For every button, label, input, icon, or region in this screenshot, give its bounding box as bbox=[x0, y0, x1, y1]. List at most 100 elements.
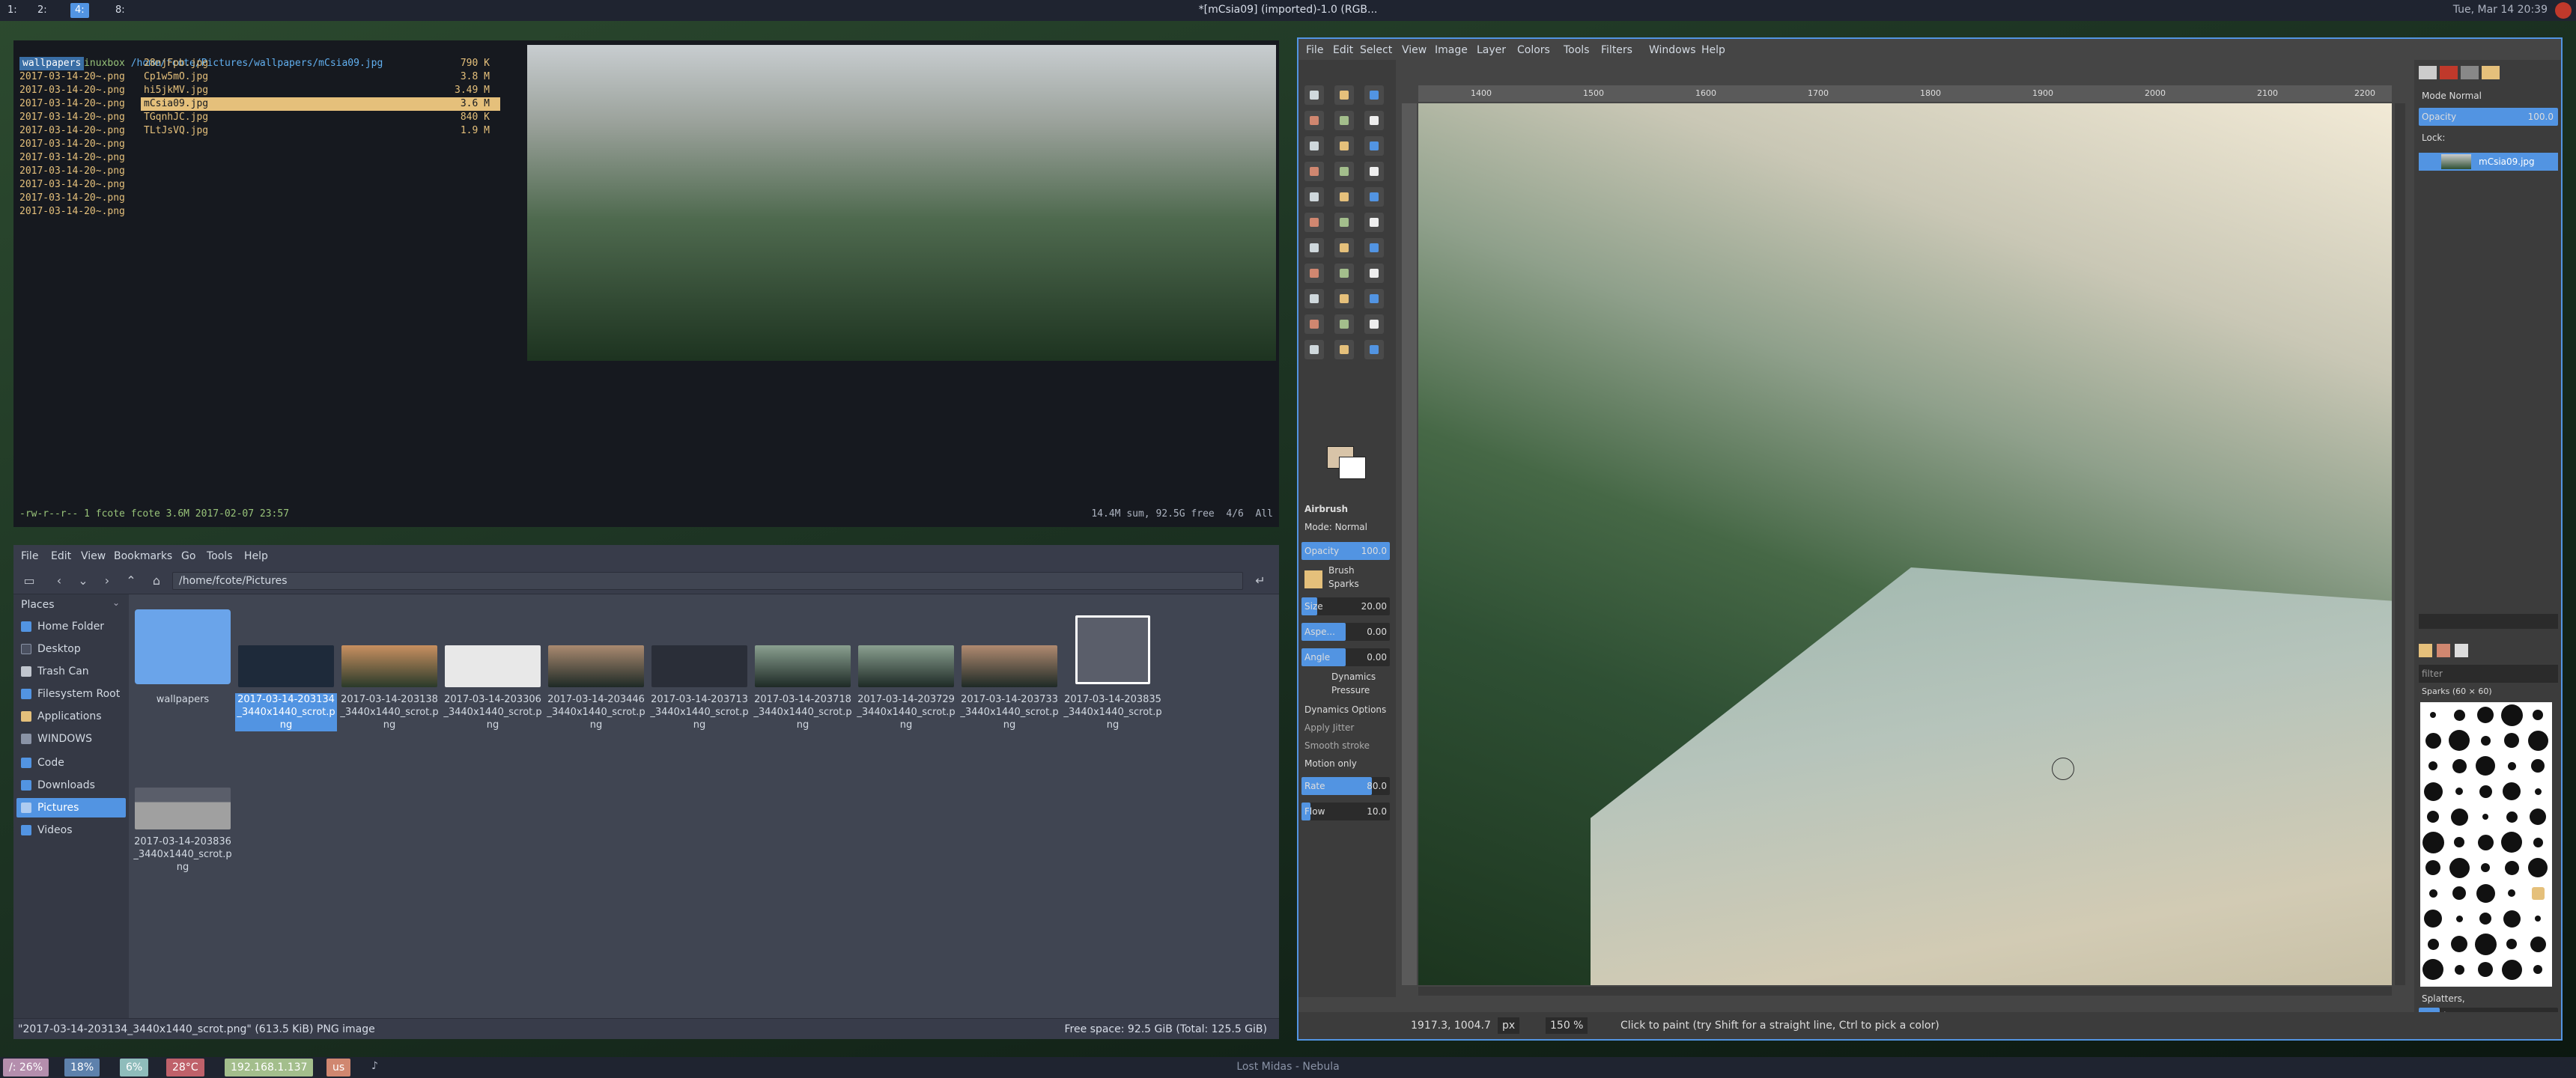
file-item[interactable]: wallpapers bbox=[132, 609, 234, 744]
file-item[interactable]: 28njFpb.jpg bbox=[144, 57, 208, 70]
brush-swatch[interactable] bbox=[2534, 788, 2542, 795]
brush-swatch[interactable] bbox=[2477, 707, 2494, 723]
menu-bookmarks[interactable]: Bookmarks bbox=[114, 548, 172, 564]
workspace-1[interactable]: 1: bbox=[3, 3, 22, 18]
brushes-tab-icon[interactable] bbox=[2419, 644, 2432, 657]
layers-tab-icon[interactable] bbox=[2419, 66, 2437, 79]
brush-name[interactable]: Sparks bbox=[1325, 576, 1390, 591]
brush-swatch[interactable] bbox=[2428, 761, 2437, 770]
place-filesystem-root[interactable]: Filesystem Root bbox=[16, 684, 126, 704]
brush-swatch[interactable] bbox=[2430, 712, 2436, 718]
layer-mode[interactable]: Mode Normal bbox=[2419, 87, 2558, 105]
home-icon[interactable]: ⌂ bbox=[147, 572, 166, 590]
menu-file[interactable]: File bbox=[21, 548, 38, 564]
tool-button[interactable] bbox=[1334, 289, 1354, 308]
file-item[interactable]: TGqnhJC.jpg bbox=[144, 111, 208, 124]
tool-button[interactable] bbox=[1364, 162, 1384, 181]
vertical-scrollbar[interactable] bbox=[2395, 103, 2405, 985]
workspace-8[interactable]: 8: bbox=[111, 3, 130, 18]
up-icon[interactable]: ⌃ bbox=[121, 572, 141, 590]
brush-swatch[interactable] bbox=[2454, 964, 2464, 975]
brush-swatch[interactable] bbox=[2531, 886, 2545, 900]
location-bar[interactable]: /home/fcote/Pictures bbox=[172, 572, 1243, 590]
place-videos[interactable]: Videos bbox=[16, 820, 126, 840]
menu-windows[interactable]: Windows bbox=[1649, 42, 1696, 58]
menu-go[interactable]: Go bbox=[181, 548, 195, 564]
place-trash[interactable]: Trash Can bbox=[16, 662, 126, 681]
new-tab-icon[interactable]: ▭ bbox=[19, 572, 39, 590]
dir-item[interactable]: 2017-03-14-20~.png bbox=[19, 205, 125, 219]
file-item[interactable]: 2017-03-14-203718_3440x1440_scrot.png bbox=[752, 609, 854, 744]
zoom-select[interactable]: 150 % bbox=[1546, 1017, 1588, 1034]
brush-swatch[interactable] bbox=[2481, 863, 2490, 872]
brush-swatch[interactable] bbox=[2423, 782, 2443, 801]
tool-button[interactable] bbox=[1364, 289, 1384, 308]
brush-swatch[interactable] bbox=[2476, 883, 2495, 903]
brush-swatch[interactable] bbox=[2479, 913, 2491, 925]
brush-swatch[interactable] bbox=[2528, 858, 2548, 877]
file-item-selected[interactable]: mCsia09.jpg bbox=[144, 97, 208, 111]
brush-swatch[interactable] bbox=[2503, 910, 2521, 928]
brush-swatch[interactable] bbox=[2425, 732, 2441, 749]
apply-jitter-checkbox[interactable]: Apply Jitter bbox=[1301, 719, 1390, 737]
menu-help[interactable]: Help bbox=[244, 548, 268, 564]
brush-preview[interactable] bbox=[1304, 570, 1322, 588]
brush-swatch[interactable] bbox=[2501, 832, 2522, 853]
brush-filter[interactable]: filter bbox=[2419, 665, 2558, 683]
brush-swatch[interactable] bbox=[2427, 811, 2439, 823]
tool-button[interactable] bbox=[1304, 187, 1324, 207]
brush-swatch[interactable] bbox=[2451, 936, 2467, 952]
forward-icon[interactable]: › bbox=[97, 572, 117, 590]
dir-item[interactable]: 2017-03-14-20~.png bbox=[19, 111, 125, 124]
tool-button[interactable] bbox=[1304, 111, 1324, 130]
workspace-4[interactable]: 4: bbox=[70, 3, 89, 18]
brush-swatch[interactable] bbox=[2535, 916, 2541, 922]
brush-swatch[interactable] bbox=[2455, 915, 2463, 922]
brush-swatch[interactable] bbox=[2428, 889, 2437, 898]
brush-swatch[interactable] bbox=[2479, 785, 2492, 798]
tool-button[interactable] bbox=[1364, 85, 1384, 105]
angle-slider[interactable]: Angle 0.00 bbox=[1301, 648, 1390, 666]
tool-button[interactable] bbox=[1364, 238, 1384, 258]
place-pictures[interactable]: Pictures bbox=[16, 798, 126, 817]
brush-swatch[interactable] bbox=[2478, 962, 2493, 977]
dir-item[interactable]: 2017-03-14-20~.png bbox=[19, 192, 125, 205]
menu-help[interactable]: Help bbox=[1701, 42, 1725, 58]
go-icon[interactable]: ↵ bbox=[1251, 572, 1270, 590]
places-collapse-icon[interactable]: ⌄ bbox=[112, 597, 120, 608]
file-item[interactable]: hi5jkMV.jpg bbox=[144, 84, 208, 97]
brush-swatch[interactable] bbox=[2477, 834, 2494, 850]
brush-swatch[interactable] bbox=[2531, 759, 2545, 773]
dynamics-options-toggle[interactable]: Dynamics Options bbox=[1301, 701, 1390, 719]
tool-button[interactable] bbox=[1304, 289, 1324, 308]
tool-button[interactable] bbox=[1334, 314, 1354, 334]
dir-item[interactable]: wallpapers bbox=[19, 57, 85, 70]
tool-button[interactable] bbox=[1334, 111, 1354, 130]
menu-layer[interactable]: Layer bbox=[1477, 42, 1506, 58]
brush-swatch[interactable] bbox=[2533, 710, 2543, 720]
brush-swatch[interactable] bbox=[2424, 910, 2442, 928]
place-applications[interactable]: Applications bbox=[16, 707, 126, 726]
menu-filters[interactable]: Filters bbox=[1601, 42, 1632, 58]
dir-item[interactable]: 2017-03-14-20~.png bbox=[19, 151, 125, 165]
file-item[interactable]: 2017-03-14-203306_3440x1440_scrot.png bbox=[442, 609, 544, 744]
brush-swatch[interactable] bbox=[2533, 837, 2543, 847]
brush-swatch[interactable] bbox=[2482, 814, 2488, 820]
tool-button[interactable] bbox=[1304, 238, 1324, 258]
tool-button[interactable] bbox=[1304, 213, 1324, 232]
brush-swatch[interactable] bbox=[2500, 704, 2523, 726]
image-canvas[interactable] bbox=[1418, 103, 2392, 985]
tool-button[interactable] bbox=[1334, 213, 1354, 232]
brush-swatch[interactable] bbox=[2450, 808, 2468, 826]
aspect-slider[interactable]: Aspe... 0.00 bbox=[1301, 623, 1390, 641]
brush-swatch[interactable] bbox=[2452, 886, 2466, 900]
menu-select[interactable]: Select bbox=[1360, 42, 1392, 58]
tool-button[interactable] bbox=[1334, 187, 1354, 207]
menu-edit[interactable]: Edit bbox=[1333, 42, 1353, 58]
horizontal-scrollbar[interactable] bbox=[1418, 987, 2392, 996]
tool-button[interactable] bbox=[1364, 136, 1384, 156]
menu-colors[interactable]: Colors bbox=[1517, 42, 1550, 58]
opacity-slider[interactable]: Opacity 100.0 bbox=[1301, 542, 1390, 560]
file-item[interactable]: 2017-03-14-203138_3440x1440_scrot.png bbox=[338, 609, 440, 744]
brush-swatch[interactable] bbox=[2422, 831, 2444, 853]
